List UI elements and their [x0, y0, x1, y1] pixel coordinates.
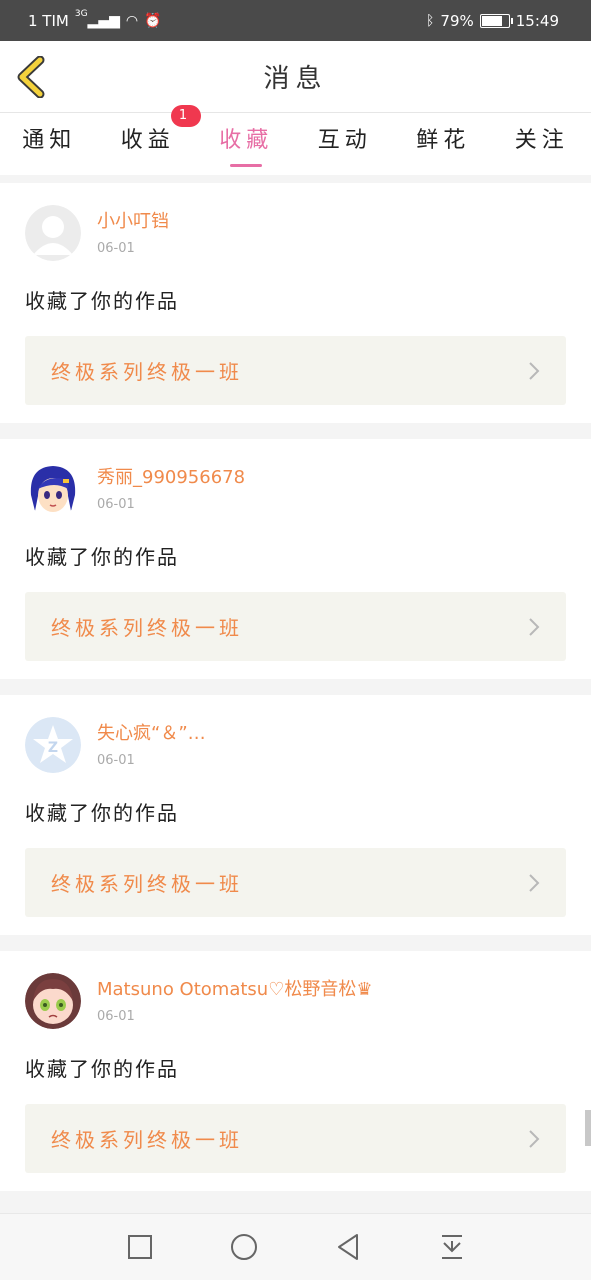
unread-badge: 1 — [170, 105, 201, 127]
scrollbar[interactable] — [585, 1110, 591, 1146]
work-link[interactable]: 终极系列终极一班 — [25, 336, 566, 405]
triangle-back-icon — [337, 1234, 358, 1260]
signal-icon: 3G▂▄▆ — [74, 8, 120, 29]
username[interactable]: 小小叮铛 — [97, 209, 169, 235]
battery-percent: 79% — [440, 11, 474, 30]
chevron-left-icon — [17, 55, 45, 99]
notification-list: 小小叮铛 06-01 收藏了你的作品 终极系列终极一班 秀丽_990956678… — [0, 183, 591, 1213]
page-title: 消息 — [263, 64, 328, 94]
action-text: 收藏了你的作品 — [25, 289, 179, 313]
work-title: 终极系列终极一班 — [51, 360, 243, 384]
work-title: 终极系列终极一班 — [51, 872, 243, 896]
tab-label: 通知 — [22, 128, 77, 153]
square-recent-icon — [127, 1235, 152, 1259]
avatar-image — [25, 973, 81, 1029]
list-item: 秀丽_990956678 06-01 收藏了你的作品 终极系列终极一班 — [0, 439, 591, 679]
date: 06-01 — [97, 1009, 135, 1024]
status-bar: 1 TIM 3G▂▄▆ ◠ ⏰ ᛒ 79% 15:49 — [0, 0, 591, 41]
tab-label: 收藏 — [219, 128, 274, 153]
tab-notifications[interactable]: 通知 — [0, 113, 99, 175]
circle-home-icon — [230, 1234, 257, 1260]
qzone-star-avatar[interactable]: Z — [25, 717, 81, 773]
wifi-icon: ◠ — [125, 12, 139, 29]
action-text: 收藏了你的作品 — [25, 801, 179, 825]
page-header: 消息 — [0, 41, 591, 113]
list-item: Matsuno Otomatsu♡松野音松♛ 06-01 收藏了你的作品 终极系… — [0, 951, 591, 1191]
tab-label: 收益 — [120, 128, 175, 153]
back-button[interactable] — [14, 55, 50, 99]
tab-label: 鲜花 — [416, 128, 471, 153]
tab-interactions[interactable]: 互动 — [296, 113, 395, 175]
chevron-right-icon — [529, 617, 540, 636]
action-text: 收藏了你的作品 — [25, 545, 179, 569]
network-type: 3G — [74, 8, 88, 19]
message-tabs: 通知 收益 1 收藏 互动 鲜花 关注 — [0, 105, 591, 175]
date: 06-01 — [97, 753, 135, 768]
pull-down-icon — [441, 1235, 462, 1259]
battery-icon — [479, 13, 513, 28]
notification-shade-button[interactable] — [436, 1231, 468, 1263]
chevron-right-icon — [529, 361, 540, 380]
tab-earnings[interactable]: 收益 1 — [99, 105, 201, 175]
default-avatar[interactable] — [25, 205, 81, 261]
star-icon: Z — [25, 717, 81, 773]
username[interactable]: 失心疯“＆”… — [97, 721, 206, 747]
tab-flowers[interactable]: 鲜花 — [394, 113, 493, 175]
chevron-right-icon — [529, 1129, 540, 1148]
work-link[interactable]: 终极系列终极一班 — [25, 592, 566, 661]
work-link[interactable]: 终极系列终极一班 — [25, 848, 566, 917]
chevron-right-icon — [529, 873, 540, 892]
list-item: Z 失心疯“＆”… 06-01 收藏了你的作品 终极系列终极一班 — [0, 695, 591, 935]
date: 06-01 — [97, 241, 135, 256]
bluetooth-icon: ᛒ — [426, 12, 435, 29]
back-nav-button[interactable] — [332, 1231, 364, 1263]
home-button[interactable] — [228, 1231, 260, 1263]
date: 06-01 — [97, 497, 135, 512]
anime-girl-blue-hair-avatar[interactable] — [25, 461, 81, 517]
list-item: 小小叮铛 06-01 收藏了你的作品 终极系列终极一班 — [0, 183, 591, 423]
system-nav-bar — [0, 1213, 591, 1280]
recent-apps-button[interactable] — [124, 1231, 156, 1263]
alarm-icon: ⏰ — [144, 12, 162, 29]
tab-favorites[interactable]: 收藏 — [197, 113, 296, 175]
avatar-image — [25, 461, 81, 517]
work-link[interactable]: 终极系列终极一班 — [25, 1104, 566, 1173]
svg-text:Z: Z — [48, 740, 58, 756]
anime-face-avatar[interactable] — [25, 973, 81, 1029]
tab-label: 关注 — [514, 128, 569, 153]
username[interactable]: 秀丽_990956678 — [97, 465, 245, 491]
carrier-label: 1 TIM — [28, 11, 69, 30]
username[interactable]: Matsuno Otomatsu♡松野音松♛ — [97, 977, 372, 1003]
clock: 15:49 — [515, 11, 559, 30]
action-text: 收藏了你的作品 — [25, 1057, 179, 1081]
tab-follows[interactable]: 关注 — [493, 113, 591, 175]
user-icon — [25, 205, 81, 261]
tab-label: 互动 — [317, 128, 372, 153]
work-title: 终极系列终极一班 — [51, 616, 243, 640]
work-title: 终极系列终极一班 — [51, 1128, 243, 1152]
